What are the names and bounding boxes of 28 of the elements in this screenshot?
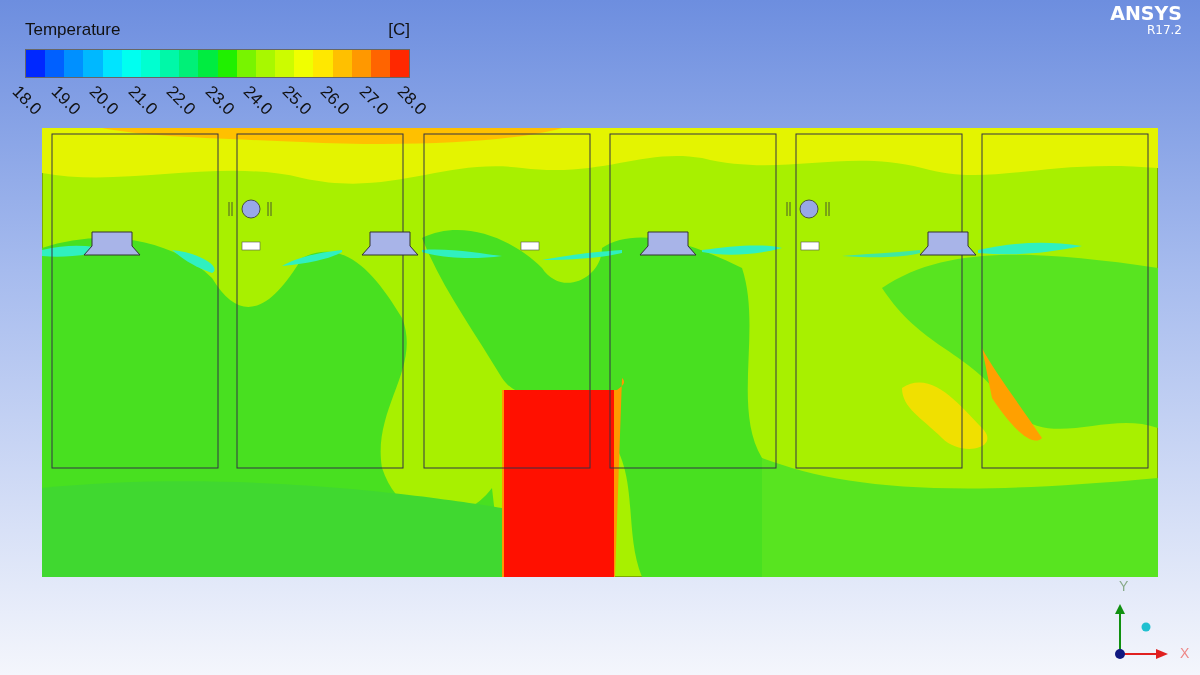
scale-tick-label: 19.0 (46, 82, 84, 120)
x-axis-label: X (1180, 645, 1190, 661)
vent-shape (520, 241, 540, 251)
scale-tick-label: 20.0 (84, 82, 123, 120)
scale-tick-label: 21.0 (123, 82, 161, 120)
diffuser-shape (361, 231, 419, 256)
scale-tick-label: 28.0 (392, 82, 431, 120)
scale-tick-label: 18.0 (7, 82, 46, 120)
diffuser-shape (919, 231, 977, 256)
vent-shape (800, 241, 820, 251)
scale-tick-label: 27.0 (354, 82, 392, 120)
fan-shape (228, 199, 272, 219)
scale-tick-label: 24.0 (238, 82, 277, 120)
logo-text: ANSYS (1110, 2, 1182, 24)
cool-air-jet (282, 250, 342, 266)
fan-shape (786, 199, 830, 219)
legend-unit: [C] (388, 20, 410, 40)
version-label: R17.2 (1146, 24, 1182, 37)
cool-air-jet (172, 250, 215, 273)
diffuser-shape (83, 231, 141, 256)
vent-shape (241, 241, 261, 251)
diffuser-shape (639, 231, 697, 256)
scale-tick-label: 23.0 (200, 82, 238, 120)
legend-title: Temperature (25, 20, 121, 40)
scale-tick-label: 22.0 (161, 82, 200, 120)
scale-tick-label: 25.0 (277, 82, 315, 120)
scale-tick-label: 26.0 (315, 82, 354, 120)
y-axis-label: Y (1119, 578, 1129, 594)
